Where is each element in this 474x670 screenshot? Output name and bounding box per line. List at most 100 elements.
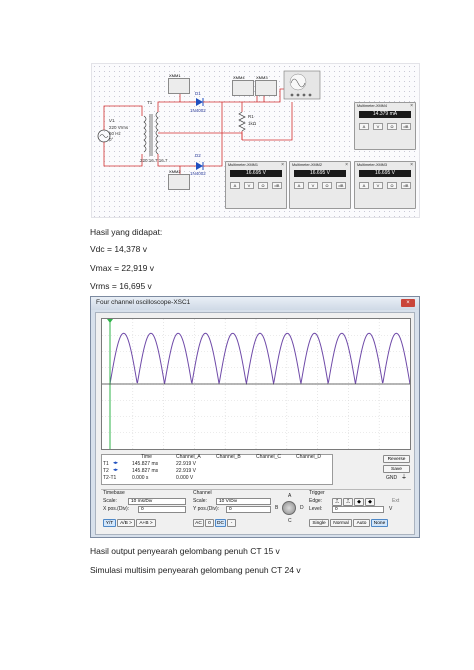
coupling-ac-button[interactable]: AC bbox=[193, 519, 204, 527]
multimeter-reading: 14.379 mA bbox=[359, 111, 411, 118]
row-delta-time: 0.000 s bbox=[132, 475, 149, 481]
mode-ab-button[interactable]: A/B > bbox=[117, 519, 135, 527]
reverse-button[interactable]: Reverse bbox=[383, 455, 410, 463]
multimeter-xmm2[interactable]: Multimeter-XMM2 × 16.695 V A V Ω dB bbox=[289, 161, 351, 209]
header-channel-a: Channel_A bbox=[176, 454, 201, 460]
save-button[interactable]: Save bbox=[383, 465, 410, 473]
header-channel-d: Channel_D bbox=[296, 454, 322, 460]
diode-d2-symbol bbox=[196, 162, 204, 170]
cursor-t1-marker[interactable] bbox=[107, 319, 113, 323]
meter-button-v[interactable]: V bbox=[244, 182, 254, 189]
trigger-channel-a-icon[interactable]: ◆ bbox=[354, 498, 364, 506]
meter-button-v[interactable]: V bbox=[373, 123, 383, 130]
trigger-none-button[interactable]: None bbox=[371, 519, 388, 527]
coupling-dc-button[interactable]: DC bbox=[215, 519, 226, 527]
vmax-result: Vmax = 22,919 v bbox=[90, 263, 155, 273]
meter-button-ohm[interactable]: Ω bbox=[258, 182, 268, 189]
probe-xmm2-icon[interactable] bbox=[168, 174, 190, 190]
probe-xmm3-label: XMM3 bbox=[256, 75, 268, 80]
probe-xmm4-label: XMM4 bbox=[233, 75, 245, 80]
diode-d1-symbol bbox=[196, 98, 204, 106]
channel-scale-field[interactable]: 10 V/Div bbox=[216, 498, 271, 505]
timebase-xpos-label: X pos.(Div): bbox=[103, 506, 130, 512]
timebase-scale-label: Scale: bbox=[103, 498, 117, 504]
trigger-level-unit: V bbox=[389, 506, 393, 512]
mode-a-plus-b-button[interactable]: A+B > bbox=[136, 519, 156, 527]
mode-yt-button[interactable]: Y/T bbox=[103, 519, 116, 527]
resistor-value: 1kΩ bbox=[248, 121, 257, 126]
invert-button[interactable]: - bbox=[227, 519, 236, 527]
title-bar[interactable]: Four channel oscilloscope-XSC1 × bbox=[91, 297, 419, 310]
close-icon[interactable]: × bbox=[401, 299, 415, 307]
probe-xmm1-icon[interactable] bbox=[168, 78, 190, 94]
controls-divider bbox=[101, 489, 411, 490]
timebase-scale-field[interactable]: 10 ms/Div bbox=[128, 498, 186, 505]
t1-arrows-icon[interactable]: ◂▸ bbox=[113, 461, 118, 466]
source-frequency: 60 Hz bbox=[109, 131, 121, 136]
row-t1-time: 145.827 ms bbox=[132, 461, 159, 467]
probe-xmm4-icon[interactable] bbox=[232, 80, 254, 96]
channel-ypos-label: Y pos.(Div): bbox=[193, 506, 220, 512]
row-t1-channel-a: 22.919 V bbox=[176, 461, 197, 467]
timebase-xpos-field[interactable]: 0 bbox=[138, 506, 186, 513]
close-icon[interactable]: × bbox=[410, 162, 413, 168]
row-t1-label: T1 bbox=[103, 461, 109, 467]
gnd-label: GND bbox=[386, 475, 398, 481]
probe-xmm3-icon[interactable] bbox=[255, 80, 277, 96]
meter-button-a[interactable]: A bbox=[294, 182, 304, 189]
meter-button-ohm[interactable]: Ω bbox=[387, 123, 397, 130]
meter-button-ohm[interactable]: Ω bbox=[322, 182, 332, 189]
multimeter-xmm3[interactable]: Multimeter-XMM3 × 16.695 V A V Ω dB bbox=[354, 161, 416, 209]
transformer-symbol bbox=[143, 111, 159, 156]
header-time: Time bbox=[141, 454, 152, 460]
trigger-auto-button[interactable]: Auto bbox=[353, 519, 370, 527]
row-t2-time: 145.827 ms bbox=[132, 468, 159, 474]
oscilloscope-icon bbox=[283, 70, 321, 100]
trigger-edge-label: Edge: bbox=[309, 498, 323, 504]
multimeter-xmm1[interactable]: Multimeter-XMM1 × 16.695 V A V Ω dB bbox=[225, 161, 287, 209]
channel-a-trace bbox=[109, 332, 410, 386]
ground-icon[interactable]: ⏚ bbox=[401, 475, 407, 481]
caption-simulation: Simulasi multisim penyearah gelombang pe… bbox=[90, 565, 301, 575]
meter-button-v[interactable]: V bbox=[308, 182, 318, 189]
meter-button-db[interactable]: dB bbox=[401, 123, 411, 130]
meter-button-db[interactable]: dB bbox=[336, 182, 346, 189]
trigger-ext-label: Ext bbox=[392, 498, 400, 504]
transformer-label: T1 bbox=[147, 100, 153, 105]
diode-d1-name: D1 bbox=[195, 91, 201, 96]
vrms-result: Vrms = 16,695 v bbox=[90, 281, 152, 291]
trigger-single-button[interactable]: Single bbox=[309, 519, 329, 527]
trigger-level-field[interactable]: 0 bbox=[332, 506, 384, 513]
close-icon[interactable]: × bbox=[410, 103, 413, 109]
trigger-heading: Trigger bbox=[309, 490, 325, 496]
meter-button-db[interactable]: dB bbox=[272, 182, 282, 189]
header-channel-c: Channel_C bbox=[256, 454, 282, 460]
meter-button-a[interactable]: A bbox=[359, 182, 369, 189]
t2-arrows-icon[interactable]: ◂▸ bbox=[113, 468, 118, 473]
multimeter-reading: 16.695 V bbox=[359, 170, 411, 177]
channel-ypos-field[interactable]: 0 bbox=[226, 506, 271, 513]
trigger-channel-b-icon[interactable]: ◆ bbox=[365, 498, 375, 506]
close-icon[interactable]: × bbox=[345, 162, 348, 168]
oscilloscope-screen bbox=[101, 318, 411, 450]
row-delta-channel-a: 0.000 V bbox=[176, 475, 194, 481]
timebase-heading: Timebase bbox=[103, 490, 125, 496]
resistor-name: R1 bbox=[248, 114, 254, 119]
channel-selector-knob[interactable] bbox=[282, 501, 296, 515]
probe-xmm1-label: XMM1 bbox=[169, 73, 181, 78]
close-icon[interactable]: × bbox=[281, 162, 284, 168]
knob-letter-d: D bbox=[300, 505, 304, 511]
meter-button-a[interactable]: A bbox=[230, 182, 240, 189]
falling-edge-icon[interactable]: ⎍ bbox=[343, 498, 353, 506]
meter-button-db[interactable]: dB bbox=[401, 182, 411, 189]
meter-button-a[interactable]: A bbox=[359, 123, 369, 130]
oscilloscope-window[interactable]: Four channel oscilloscope-XSC1 × Time Ch… bbox=[90, 296, 420, 538]
coupling-zero-button[interactable]: 0 bbox=[205, 519, 214, 527]
source-phase: 0° bbox=[109, 137, 114, 142]
multimeter-xmm4[interactable]: Multimeter-XMM4 × 14.379 mA A V Ω dB bbox=[354, 102, 416, 150]
rising-edge-icon[interactable]: ⎍ bbox=[332, 498, 342, 506]
circuit-schematic: XMM1 XMM2 XMM4 XMM3 V1 220 Vrms 60 Hz 0°… bbox=[91, 63, 420, 218]
meter-button-v[interactable]: V bbox=[373, 182, 383, 189]
trigger-normal-button[interactable]: Normal bbox=[330, 519, 352, 527]
meter-button-ohm[interactable]: Ω bbox=[387, 182, 397, 189]
